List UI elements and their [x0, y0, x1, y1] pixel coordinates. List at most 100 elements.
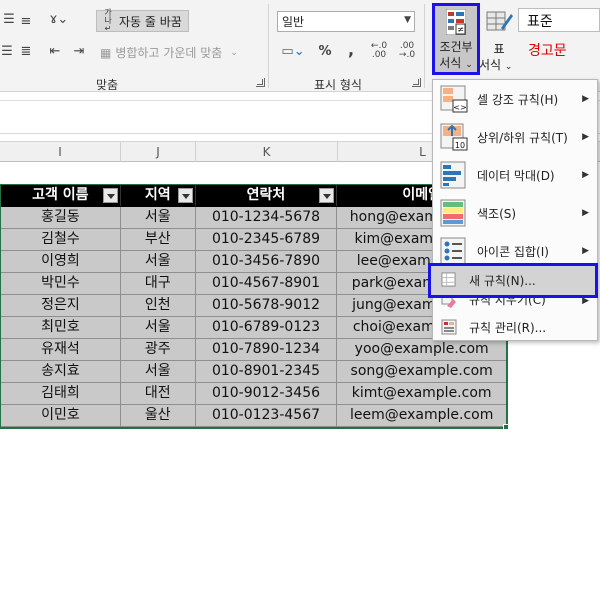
number-format-select[interactable]: 일반 ▼ — [277, 11, 415, 32]
table-cell[interactable]: 송지효 — [1, 361, 121, 382]
data-bars-icon — [440, 161, 466, 189]
menu-item-manage-rules[interactable]: 규칙 관리(R)... — [433, 314, 597, 340]
manage-rules-icon — [441, 319, 457, 335]
number-format-value: 일반 — [282, 15, 305, 29]
table-cell[interactable]: 울산 — [121, 405, 196, 426]
decrease-decimal-icon[interactable]: .00 →.0 — [396, 42, 418, 60]
table-cell[interactable]: 서울 — [121, 207, 196, 228]
table-cell[interactable]: 서울 — [121, 361, 196, 382]
table-cell[interactable]: 인천 — [121, 295, 196, 316]
increase-decimal-icon[interactable]: ←.0.00 — [368, 42, 390, 60]
format-as-table-button[interactable]: 표 서식 ⌄ — [479, 6, 515, 72]
table-cell[interactable]: 010-0123-4567 — [196, 405, 338, 426]
table-cell[interactable]: 대구 — [121, 273, 196, 294]
column-header-j[interactable]: J — [121, 142, 196, 162]
number-dialog-launcher-icon[interactable] — [412, 78, 421, 87]
table-row: 김철수 부산 010-2345-6789 kim@example.com — [1, 229, 506, 251]
format-as-table-icon — [486, 11, 513, 31]
highlight-cells-icon: <> — [440, 85, 468, 113]
table-cell[interactable]: leem@example.com — [337, 405, 506, 426]
align-top-icon[interactable]: ☰ — [2, 12, 16, 28]
filter-dropdown-icon[interactable] — [177, 188, 193, 203]
wrap-text-label: 자동 줄 바꿈 — [119, 14, 182, 29]
table-cell[interactable]: 010-1234-5678 — [196, 207, 338, 228]
column-header-k[interactable]: K — [196, 142, 338, 162]
increase-indent-icon[interactable]: ⇥ — [70, 44, 88, 60]
align-right-icon[interactable]: ☰ — [0, 44, 14, 60]
table-header-cell[interactable]: 연락처 — [196, 185, 338, 206]
menu-item-color-scales[interactable]: 색조(S) ▶ — [433, 194, 597, 232]
table-cell[interactable]: 010-3456-7890 — [196, 251, 338, 272]
new-rule-icon — [441, 272, 456, 287]
conditional-formatting-label: 조건부 — [439, 40, 473, 54]
menu-item-label: 아이콘 집합(I) — [477, 244, 549, 259]
header-region: 지역 — [144, 187, 171, 203]
accounting-format-icon[interactable]: ▭⌄ — [280, 44, 306, 60]
table-cell[interactable]: 이영희 — [1, 251, 121, 272]
table-cell[interactable]: 010-8901-2345 — [196, 361, 338, 382]
table-cell[interactable]: 010-9012-3456 — [196, 383, 338, 404]
table-row: 김태희 대전 010-9012-3456 kimt@example.com — [1, 383, 506, 405]
table-cell[interactable]: 010-5678-9012 — [196, 295, 338, 316]
submenu-arrow-icon: ▶ — [582, 132, 589, 142]
fill-handle[interactable] — [503, 424, 509, 430]
header-contact: 연락처 — [246, 187, 286, 203]
orientation-icon[interactable]: ɤ⌄ — [46, 12, 72, 28]
cell-style-bad[interactable]: 경고문 — [528, 40, 567, 60]
comma-button[interactable]: , — [344, 42, 358, 58]
column-header-i[interactable]: I — [0, 142, 121, 162]
menu-item-new-rule[interactable]: 새 규칙(N)... — [428, 263, 598, 298]
filter-dropdown-icon[interactable] — [319, 188, 335, 203]
menu-item-top-bottom[interactable]: 10 상위/하위 규칙(T) ▶ — [433, 118, 597, 156]
table-cell[interactable]: 010-4567-8901 — [196, 273, 338, 294]
table-row: 최민호 서울 010-6789-0123 choi@example.com — [1, 317, 506, 339]
menu-item-data-bars[interactable]: 데이터 막대(D) ▶ — [433, 156, 597, 194]
table-cell[interactable]: 광주 — [121, 339, 196, 360]
header-name: 고객 이름 — [32, 187, 89, 203]
table-cell[interactable]: 이민호 — [1, 405, 121, 426]
table-cell[interactable]: 김태희 — [1, 383, 121, 404]
percent-button[interactable]: % — [318, 44, 332, 60]
decrease-indent-icon[interactable]: ⇤ — [46, 44, 64, 60]
table-cell[interactable]: 010-7890-1234 — [196, 339, 338, 360]
table-cell[interactable]: 010-6789-0123 — [196, 317, 338, 338]
filter-dropdown-icon[interactable] — [102, 188, 118, 203]
align-middle-icon[interactable]: ≡ — [18, 14, 34, 30]
table-cell[interactable]: song@example.com — [337, 361, 506, 382]
table-cell[interactable]: 최민호 — [1, 317, 121, 338]
table-cell[interactable]: 정은지 — [1, 295, 121, 316]
format-as-table-label: 표 — [493, 42, 505, 56]
format-as-table-label-2: 서식 ⌄ — [479, 56, 512, 73]
table-cell[interactable]: 010-2345-6789 — [196, 229, 338, 250]
menu-item-highlight-cells[interactable]: <> 셀 강조 규칙(H) ▶ — [433, 80, 597, 118]
table-cell[interactable]: kimt@example.com — [337, 383, 506, 404]
merge-center-button[interactable]: ▦ 병합하고 가운데 맞춤 ⌄ — [100, 44, 238, 61]
align-justify-icon[interactable]: ≣ — [18, 44, 34, 60]
table-cell[interactable]: 김철수 — [1, 229, 121, 250]
cell-style-normal[interactable]: 표준 — [518, 8, 600, 32]
submenu-arrow-icon: ▶ — [582, 94, 589, 104]
table-row: 유재석 광주 010-7890-1234 yoo@example.com — [1, 339, 506, 361]
table-cell[interactable]: 홍길동 — [1, 207, 121, 228]
svg-text:≠: ≠ — [457, 25, 464, 34]
submenu-arrow-icon: ▶ — [582, 170, 589, 180]
table-cell[interactable]: 서울 — [121, 251, 196, 272]
table-row: 송지효 서울 010-8901-2345 song@example.com — [1, 361, 506, 383]
alignment-dialog-launcher-icon[interactable] — [256, 78, 265, 87]
menu-item-label: 규칙 관리(R)... — [469, 320, 547, 335]
table-cell[interactable]: yoo@example.com — [337, 339, 506, 360]
table-cell[interactable]: 박민수 — [1, 273, 121, 294]
table-cell[interactable]: 유재석 — [1, 339, 121, 360]
conditional-formatting-button[interactable]: ≠ 조건부 서식 ⌄ — [432, 3, 480, 75]
wrap-text-button[interactable]: 가나 ↵ 자동 줄 바꿈 — [96, 9, 189, 33]
table-header-cell[interactable]: 고객 이름 — [1, 185, 121, 206]
table-header-cell[interactable]: 지역 — [121, 185, 196, 206]
table-cell[interactable]: 대전 — [121, 383, 196, 404]
table-cell[interactable]: 부산 — [121, 229, 196, 250]
merge-center-icon: ▦ — [100, 45, 112, 60]
conditional-formatting-label-2: 서식 ⌄ — [435, 56, 477, 72]
group-divider — [424, 4, 425, 88]
svg-text:10: 10 — [455, 141, 465, 150]
table-body: 홍길동 서울 010-1234-5678 hong@example.com 김철수 부산 0… — [1, 207, 506, 427]
table-cell[interactable]: 서울 — [121, 317, 196, 338]
